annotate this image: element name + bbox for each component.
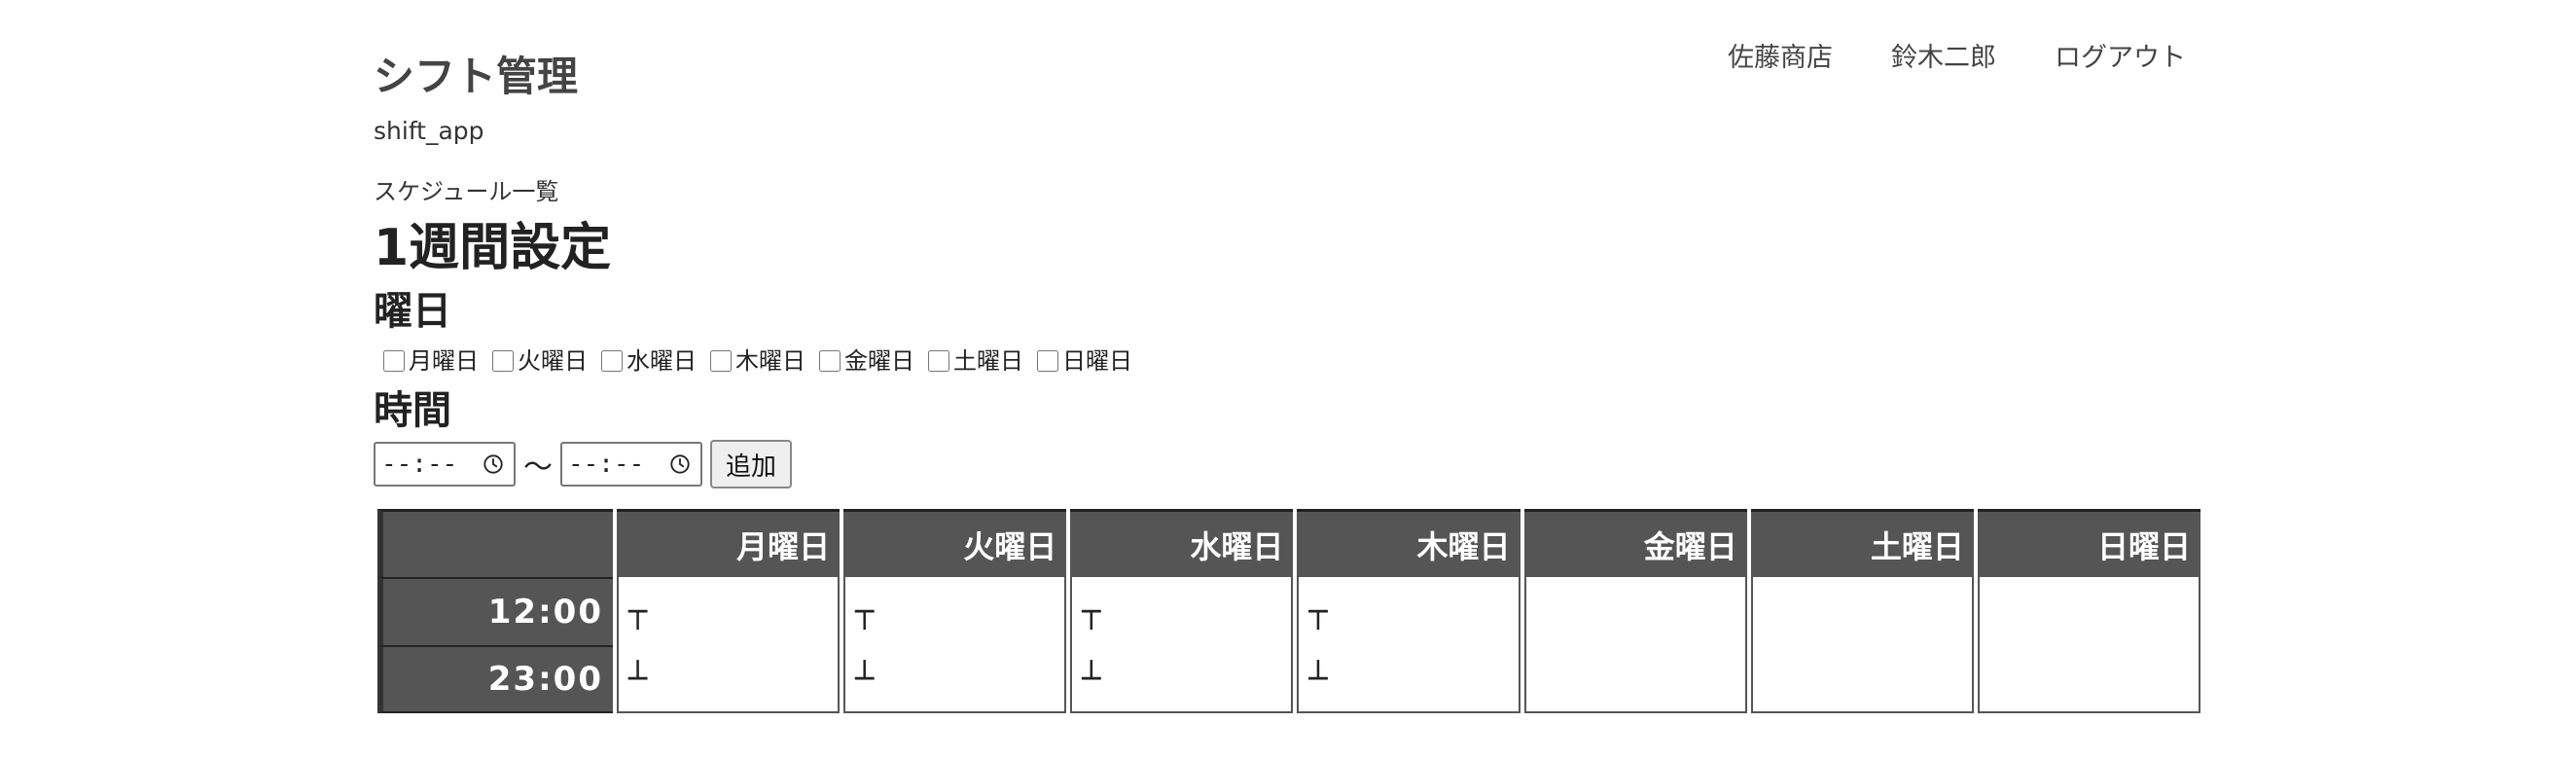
nav-store-link[interactable]: 佐藤商店 (1728, 41, 1833, 76)
schedule-cell[interactable]: ┴ (617, 645, 841, 713)
row-time-label: 23:00 (377, 645, 613, 713)
column-header-sun: 日曜日 (1977, 509, 2200, 577)
day-label-wed: 水曜日 (626, 347, 697, 375)
day-checkbox-fri[interactable] (819, 350, 841, 372)
day-label-fri: 金曜日 (844, 347, 914, 375)
schedule-cell[interactable] (1977, 645, 2200, 713)
day-option-fri[interactable]: 金曜日 (811, 345, 914, 377)
schedule-corner-cell (377, 509, 613, 577)
schedule-cell[interactable]: ┬ (617, 577, 841, 645)
day-option-mon[interactable]: 月曜日 (374, 345, 479, 377)
day-checkbox-sun[interactable] (1037, 350, 1058, 372)
day-option-sat[interactable]: 土曜日 (920, 345, 1023, 377)
column-header-wed: 水曜日 (1070, 509, 1294, 577)
page: シフト管理 shift_app 佐藤商店 鈴木二郎 ログアウト スケジュール一覧… (0, 0, 2576, 759)
schedule-cell[interactable]: ┬ (1297, 577, 1521, 645)
column-header-tue: 火曜日 (843, 509, 1067, 577)
column-header-fri: 金曜日 (1523, 509, 1747, 577)
time-section-label: 時間 (374, 388, 451, 433)
column-header-thu: 木曜日 (1297, 509, 1521, 577)
nav-logout-link[interactable]: ログアウト (2055, 41, 2186, 76)
schedule-cell[interactable] (1750, 577, 1974, 645)
day-checkbox-sat[interactable] (928, 350, 949, 372)
schedule-cell[interactable] (1523, 645, 1747, 713)
column-header-mon: 月曜日 (617, 509, 841, 577)
schedule-cell[interactable] (1750, 645, 1974, 713)
schedule-cell[interactable]: ┴ (1297, 645, 1521, 713)
schedule-cell[interactable] (1523, 577, 1747, 645)
day-label-tue: 火曜日 (518, 347, 588, 375)
day-checkbox-mon[interactable] (383, 350, 405, 372)
start-time-input[interactable]: --:-- (374, 442, 516, 487)
weekly-schedule-table: 月曜日 火曜日 水曜日 木曜日 金曜日 土曜日 日曜日 12:00 ┬ ┬ ┬ … (374, 509, 2204, 713)
schedule-cell[interactable]: ┬ (843, 577, 1067, 645)
day-option-sun[interactable]: 日曜日 (1029, 345, 1132, 377)
table-row: 12:00 ┬ ┬ ┬ ┬ (377, 577, 2200, 645)
day-checkbox-thu[interactable] (710, 350, 732, 372)
add-button[interactable]: 追加 (710, 440, 793, 488)
day-checkbox-tue[interactable] (492, 350, 514, 372)
days-section-label: 曜日 (374, 289, 451, 334)
app-header: シフト管理 shift_app (374, 51, 578, 146)
column-header-sat: 土曜日 (1750, 509, 1974, 577)
time-input-row: --:-- 〜 --:-- 追加 (374, 440, 793, 488)
app-subtitle: shift_app (374, 117, 484, 145)
end-time-value: --:-- (568, 450, 645, 479)
clock-icon[interactable] (669, 453, 691, 475)
schedule-cell[interactable]: ┴ (843, 645, 1067, 713)
table-row: 23:00 ┴ ┴ ┴ ┴ (377, 645, 2200, 713)
top-nav: 佐藤商店 鈴木二郎 ログアウト (1728, 41, 2244, 76)
clock-icon[interactable] (483, 453, 504, 475)
breadcrumb[interactable]: スケジュール一覧 (374, 177, 558, 206)
app-title[interactable]: シフト管理 (374, 51, 578, 103)
day-checkbox-wed[interactable] (601, 350, 623, 372)
schedule-cell[interactable]: ┴ (1070, 645, 1294, 713)
day-label-mon: 月曜日 (409, 347, 479, 375)
nav-user-link[interactable]: 鈴木二郎 (1891, 41, 1996, 76)
start-time-value: --:-- (381, 450, 458, 479)
row-time-label: 12:00 (377, 577, 613, 645)
schedule-cell[interactable]: ┬ (1070, 577, 1294, 645)
day-label-sat: 土曜日 (953, 347, 1023, 375)
day-label-sun: 日曜日 (1062, 347, 1132, 375)
page-title: 1週間設定 (374, 219, 612, 277)
day-option-thu[interactable]: 木曜日 (702, 345, 805, 377)
day-option-wed[interactable]: 水曜日 (593, 345, 697, 377)
schedule-cell[interactable] (1977, 577, 2200, 645)
time-separator: 〜 (523, 451, 553, 485)
day-label-thu: 木曜日 (735, 347, 805, 375)
end-time-input[interactable]: --:-- (560, 442, 702, 487)
day-option-tue[interactable]: 火曜日 (484, 345, 588, 377)
schedule-header-row: 月曜日 火曜日 水曜日 木曜日 金曜日 土曜日 日曜日 (377, 509, 2200, 577)
days-checkbox-group: 月曜日 火曜日 水曜日 木曜日 金曜日 土曜日 日曜日 (374, 345, 1138, 377)
